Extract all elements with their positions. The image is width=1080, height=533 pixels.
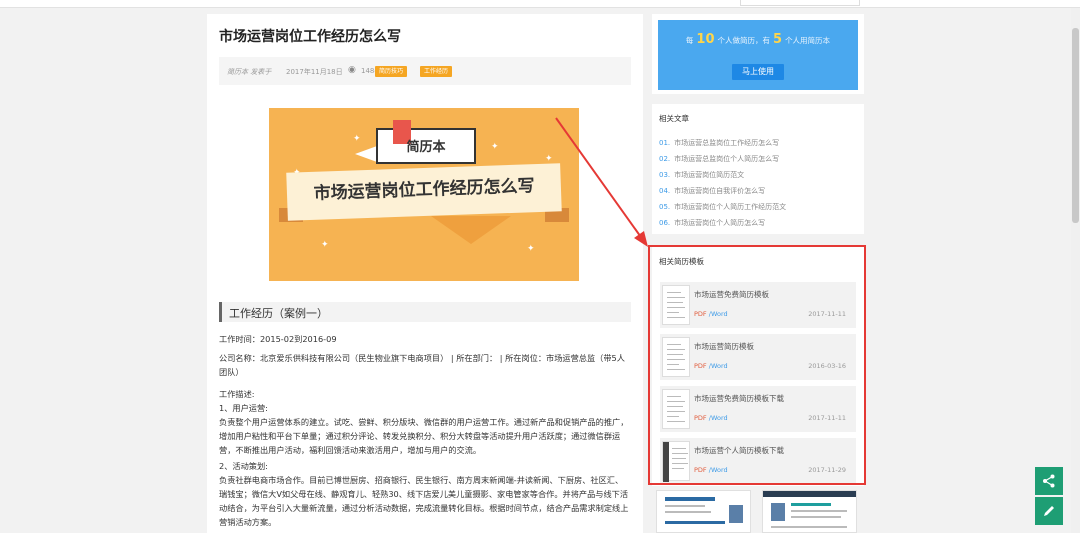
sparkle-icon: ✦ (321, 240, 329, 250)
ribbon-fold (431, 216, 511, 244)
sparkle-icon: ✦ (353, 134, 361, 144)
resume-preview[interactable] (656, 490, 751, 533)
share-icon (1043, 474, 1055, 488)
sparkle-icon: ✦ (545, 154, 553, 164)
promo-banner: 每 10 个人做简历，有 5 个人用简历本 马上使用 (658, 20, 858, 90)
paragraph: 公司名称：北京爱乐供科技有限公司（民生物业旗下电商项目） | 所在部门： | 所… (219, 353, 625, 377)
template-name: 市场运营免费简历模板下载 (694, 394, 784, 403)
related-articles-list: 01. 市场运营总监岗位工作经历怎么写 02. 市场运营总监岗位个人简历怎么写 03… (659, 138, 786, 234)
template-date: 2017-11-29 (808, 466, 846, 474)
template-formats: PDF /Word (694, 310, 728, 318)
scrollbar-thumb[interactable] (1072, 28, 1079, 223)
template-thumbnail (662, 337, 690, 377)
article-card: 市场运营岗位工作经历怎么写 简历本 发表于 2017年11月18日 ◉ 1484… (207, 14, 643, 533)
paragraph: 工作描述: (219, 389, 255, 399)
article-date: 2017年11月18日 (286, 68, 343, 76)
edit-button[interactable] (1035, 497, 1063, 525)
template-thumbnail (662, 285, 690, 325)
paragraph: 1、用户运营: (219, 403, 268, 413)
template-formats: PDF /Word (694, 362, 728, 370)
related-article-link[interactable]: 06. 市场运营岗位个人简历怎么写 (659, 218, 786, 234)
related-templates: 相关简历模板 市场运营免费简历模板 PDF /Word 2017-11-11 市… (652, 246, 864, 486)
related-articles-title: 相关文章 (659, 114, 689, 123)
template-item[interactable]: 市场运营免费简历模板下载 PDF /Word 2017-11-11 (660, 386, 856, 432)
article-meta: 简历本 发表于 2017年11月18日 ◉ 1484 简历技巧 工作经历 (219, 57, 631, 85)
article-banner: ✦ ✦ ✦ ✦ ✦ ✦ 市场运营岗位工作经历怎么写 简历本 (269, 108, 579, 281)
resume-preview[interactable] (762, 490, 857, 533)
template-formats: PDF /Word (694, 466, 728, 474)
related-articles: 相关文章 01. 市场运营总监岗位工作经历怎么写 02. 市场运营总监岗位个人简历怎… (652, 104, 864, 234)
template-name: 市场运营简历模板 (694, 342, 754, 351)
related-article-link[interactable]: 04. 市场运营岗位自我评价怎么写 (659, 186, 786, 202)
use-now-button[interactable]: 马上使用 (732, 64, 784, 80)
top-bar (0, 0, 1080, 8)
related-templates-title: 相关简历模板 (659, 257, 704, 266)
search-box-edge[interactable] (740, 0, 860, 6)
sparkle-icon: ✦ (491, 142, 499, 152)
related-article-link[interactable]: 01. 市场运营总监岗位工作经历怎么写 (659, 138, 786, 154)
related-article-link[interactable]: 05. 市场运营岗位个人简历工作经历范文 (659, 202, 786, 218)
tag-work-experience[interactable]: 工作经历 (420, 66, 453, 77)
template-date: 2017-11-11 (808, 310, 846, 318)
pencil-icon (1044, 506, 1054, 516)
sparkle-icon: ✦ (527, 244, 535, 254)
template-formats: PDF /Word (694, 414, 728, 422)
promo-card: 每 10 个人做简历，有 5 个人用简历本 马上使用 (652, 14, 864, 94)
paragraph: 2、活动策划: (219, 461, 268, 471)
paragraph: 工作时间：2015-02到2016-09 (219, 334, 337, 344)
page-scrollbar[interactable] (1071, 8, 1080, 533)
related-article-link[interactable]: 02. 市场运营总监岗位个人简历怎么写 (659, 154, 786, 170)
template-item[interactable]: 市场运营免费简历模板 PDF /Word 2017-11-11 (660, 282, 856, 328)
template-thumbnail (662, 441, 690, 482)
template-name: 市场运营个人简历模板下载 (694, 446, 784, 455)
eye-icon: ◉ (348, 65, 356, 75)
paper-plane-icon (355, 146, 377, 162)
related-article-link[interactable]: 03. 市场运营岗位简历范文 (659, 170, 786, 186)
paragraph: 负责社群电商市场合作。目前已博世厨房、招商银行、民生银行、南方周末新闻端-井读新… (219, 475, 629, 527)
template-date: 2017-11-11 (808, 414, 846, 422)
promo-text: 每 10 个人做简历，有 5 个人用简历本 (685, 32, 831, 47)
template-item[interactable]: 市场运营简历模板 PDF /Word 2016-03-16 (660, 334, 856, 380)
paragraph: 负责整个用户运营体系的建立。试吃、尝鲜、积分版块、微信群的用户运营工作。通过新产… (219, 417, 629, 455)
template-thumbnail (662, 389, 690, 429)
article-source: 简历本 发表于 (227, 68, 272, 76)
tag-resume-tips[interactable]: 简历技巧 (375, 66, 408, 77)
banner-brand: 简历本 (406, 140, 446, 155)
share-button[interactable] (1035, 467, 1063, 495)
template-date: 2016-03-16 (808, 362, 846, 370)
section-heading: 工作经历（案例一） (219, 302, 631, 322)
page-title: 市场运营岗位工作经历怎么写 (219, 29, 401, 45)
template-name: 市场运营免费简历模板 (694, 290, 769, 299)
template-item[interactable]: 市场运营个人简历模板下载 PDF /Word 2017-11-29 (660, 438, 856, 484)
